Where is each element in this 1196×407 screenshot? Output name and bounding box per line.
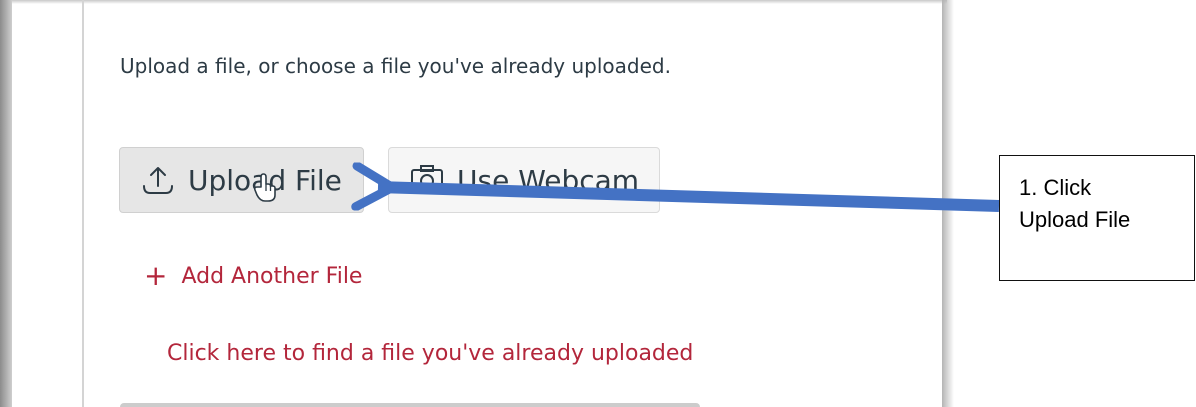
- callout-action: Upload File: [1019, 206, 1131, 232]
- instruction-callout: 1. Click Upload File: [999, 155, 1195, 281]
- callout-step: 1. Click: [1019, 175, 1092, 200]
